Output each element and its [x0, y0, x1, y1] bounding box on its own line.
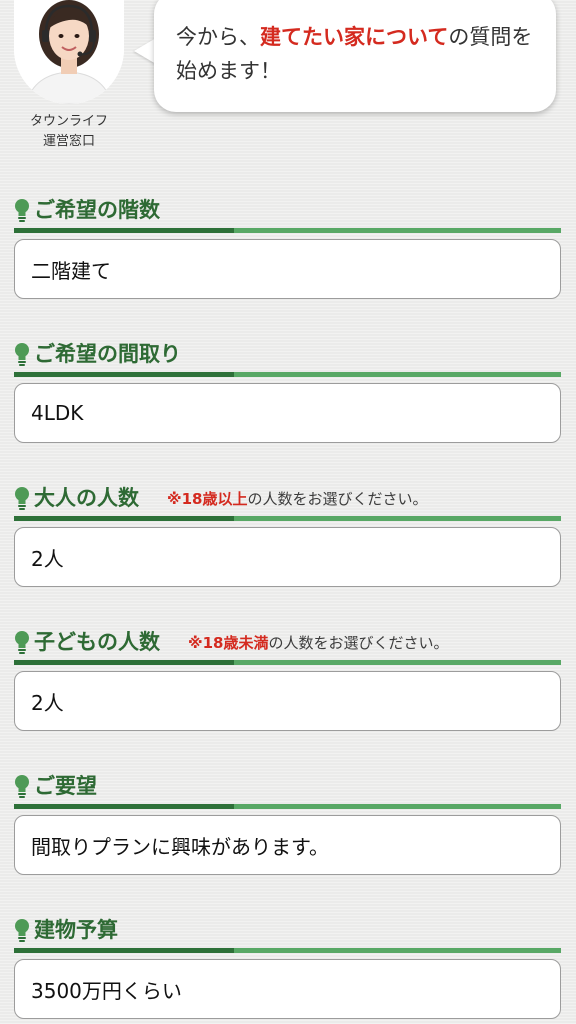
section-layout: ご希望の間取り 4LDK — [14, 334, 561, 443]
section-title: ご希望の階数 — [34, 198, 160, 222]
section-header: ご要望 — [14, 766, 561, 804]
section-header: 子どもの人数 ※18歳未満の人数をお選びください。 — [14, 622, 561, 660]
operator-name-line2: 運営窓口 — [42, 134, 95, 149]
lightbulb-icon — [15, 487, 29, 510]
note-rest: の人数をお選びください。 — [268, 634, 449, 652]
header: タウンライフ 運営窓口 今から、建てたい家についての質問を始めます！ — [0, 0, 576, 190]
requests-value: 間取りプランに興味があります。 — [31, 834, 329, 859]
section-budget: 建物予算 3500万円くらい — [14, 910, 561, 1019]
floors-field[interactable]: 二階建て — [14, 239, 561, 299]
floors-value: 二階建て — [31, 258, 111, 283]
bubble-text-before: 今から、 — [176, 25, 260, 49]
adults-field[interactable]: 2人 — [14, 527, 561, 587]
layout-field[interactable]: 4LDK — [14, 383, 561, 443]
section-underline — [14, 228, 561, 233]
budget-value: 3500万円くらい — [31, 978, 182, 1003]
lightbulb-icon — [15, 343, 29, 366]
section-title: ご要望 — [34, 774, 97, 798]
speech-bubble-tail — [134, 38, 156, 64]
children-field[interactable]: 2人 — [14, 671, 561, 731]
section-requests: ご要望 間取りプランに興味があります。 — [14, 766, 561, 875]
note-highlight: ※18歳以上 — [167, 490, 248, 508]
section-title: 大人の人数 — [34, 486, 139, 510]
layout-value: 4LDK — [31, 401, 84, 425]
lightbulb-icon — [15, 775, 29, 798]
section-underline — [14, 516, 561, 521]
section-floors: ご希望の階数 二階建て — [14, 190, 561, 299]
section-header: ご希望の階数 — [14, 190, 561, 228]
lightbulb-icon — [15, 199, 29, 222]
note-highlight: ※18歳未満 — [188, 634, 269, 652]
section-underline — [14, 660, 561, 665]
bubble-text-highlight: 建てたい家について — [260, 25, 449, 49]
operator-name: タウンライフ 運営窓口 — [10, 112, 128, 152]
operator-name-line1: タウンライフ — [29, 114, 108, 129]
section-children: 子どもの人数 ※18歳未満の人数をお選びください。 2人 — [14, 622, 561, 731]
note-rest: の人数をお選びください。 — [247, 490, 428, 508]
section-title: 建物予算 — [34, 918, 118, 942]
section-header: ご希望の間取り — [14, 334, 561, 372]
section-adults: 大人の人数 ※18歳以上の人数をお選びください。 2人 — [14, 478, 561, 587]
adults-value: 2人 — [31, 546, 64, 571]
budget-field[interactable]: 3500万円くらい — [14, 959, 561, 1019]
section-title: 子どもの人数 — [34, 630, 160, 654]
lightbulb-icon — [15, 631, 29, 654]
section-underline — [14, 804, 561, 809]
section-note: ※18歳以上の人数をお選びください。 — [167, 486, 427, 512]
section-title: ご希望の間取り — [34, 342, 181, 366]
speech-bubble: 今から、建てたい家についての質問を始めます！ — [154, 0, 556, 112]
section-header: 大人の人数 ※18歳以上の人数をお選びください。 — [14, 478, 561, 516]
section-header: 建物予算 — [14, 910, 561, 948]
section-underline — [14, 372, 561, 377]
section-note: ※18歳未満の人数をお選びください。 — [188, 630, 448, 656]
lightbulb-icon — [15, 919, 29, 942]
requests-field[interactable]: 間取りプランに興味があります。 — [14, 815, 561, 875]
children-value: 2人 — [31, 690, 64, 715]
operator-avatar — [14, 0, 124, 104]
section-underline — [14, 948, 561, 953]
